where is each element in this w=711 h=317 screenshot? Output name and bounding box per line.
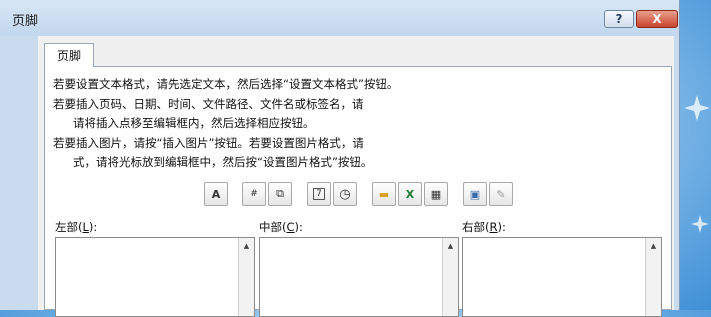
- format-text-icon: A: [211, 187, 221, 201]
- folder-icon: ▬: [378, 187, 390, 201]
- left-section-textbox[interactable]: ▲: [55, 237, 255, 317]
- insert-number-of-pages-button[interactable]: ⧉: [268, 182, 292, 206]
- page-number-icon: #: [250, 189, 258, 199]
- sheet-icon: ▦: [430, 187, 442, 201]
- dialog-title: 页脚: [12, 14, 39, 29]
- help-button[interactable]: ?: [604, 10, 634, 28]
- tab-footer[interactable]: 页脚: [44, 43, 94, 67]
- scrollbar[interactable]: ▲: [238, 238, 254, 316]
- scroll-up-arrow-icon[interactable]: ▲: [646, 238, 661, 254]
- scrollbar[interactable]: ▲: [645, 238, 661, 316]
- instruction-line: 式，请将光标放到编辑框中，然后按“设置图片格式”按钮。: [73, 155, 373, 169]
- insert-page-number-button[interactable]: #: [242, 182, 266, 206]
- sparkle-icon: [691, 215, 709, 233]
- page-footer-dialog: 页脚 ? X 页脚 若要设置文本格式，请先选定文本，然后选择“设置文本格式”按钮…: [0, 0, 680, 317]
- insert-file-path-button[interactable]: ▬: [372, 182, 396, 206]
- center-section-textbox[interactable]: ▲: [259, 237, 459, 317]
- insert-date-button[interactable]: 7: [307, 182, 331, 206]
- instructions: 若要设置文本格式，请先选定文本，然后选择“设置文本格式”按钮。 若要插入页码、日…: [53, 75, 398, 173]
- insert-file-name-button[interactable]: X: [398, 182, 422, 206]
- close-button[interactable]: X: [636, 10, 678, 28]
- picture-icon: ▣: [469, 187, 481, 201]
- scroll-up-arrow-icon[interactable]: ▲: [239, 238, 254, 254]
- format-text-button[interactable]: A: [204, 182, 228, 206]
- format-picture-button[interactable]: ✎: [489, 182, 513, 206]
- insert-picture-button[interactable]: ▣: [463, 182, 487, 206]
- number-of-pages-icon: ⧉: [276, 187, 284, 200]
- format-picture-icon: ✎: [496, 187, 506, 201]
- tab-panel: 若要设置文本格式，请先选定文本，然后选择“设置文本格式”按钮。 若要插入页码、日…: [44, 66, 672, 317]
- calendar-icon: 7: [313, 188, 325, 200]
- right-section-label: 右部(R):: [462, 220, 506, 234]
- dialog-body: 页脚 若要设置文本格式，请先选定文本，然后选择“设置文本格式”按钮。 若要插入页…: [38, 36, 674, 317]
- left-section-label: 左部(L):: [55, 220, 98, 234]
- insert-sheet-name-button[interactable]: ▦: [424, 182, 448, 206]
- scroll-up-arrow-icon[interactable]: ▲: [443, 238, 458, 254]
- clock-icon: ◷: [339, 186, 351, 202]
- center-section-label: 中部(C):: [259, 220, 303, 234]
- scrollbar[interactable]: ▲: [442, 238, 458, 316]
- insert-time-button[interactable]: ◷: [333, 182, 357, 206]
- instruction-line: 若要插入图片，请按“插入图片”按钮。若要设置图片格式，请: [53, 135, 364, 150]
- instruction-line: 请将插入点移至编辑框内，然后选择相应按钮。: [73, 116, 315, 130]
- sparkle-icon: [684, 95, 710, 121]
- instruction-line: 若要设置文本格式，请先选定文本，然后选择“设置文本格式”按钮。: [53, 77, 399, 91]
- instruction-line: 若要插入页码、日期、时间、文件路径、文件名或标签名，请: [53, 96, 364, 111]
- right-section-textbox[interactable]: ▲: [462, 237, 662, 317]
- title-bar: 页脚 ? X: [0, 0, 679, 36]
- excel-file-icon: X: [405, 187, 415, 201]
